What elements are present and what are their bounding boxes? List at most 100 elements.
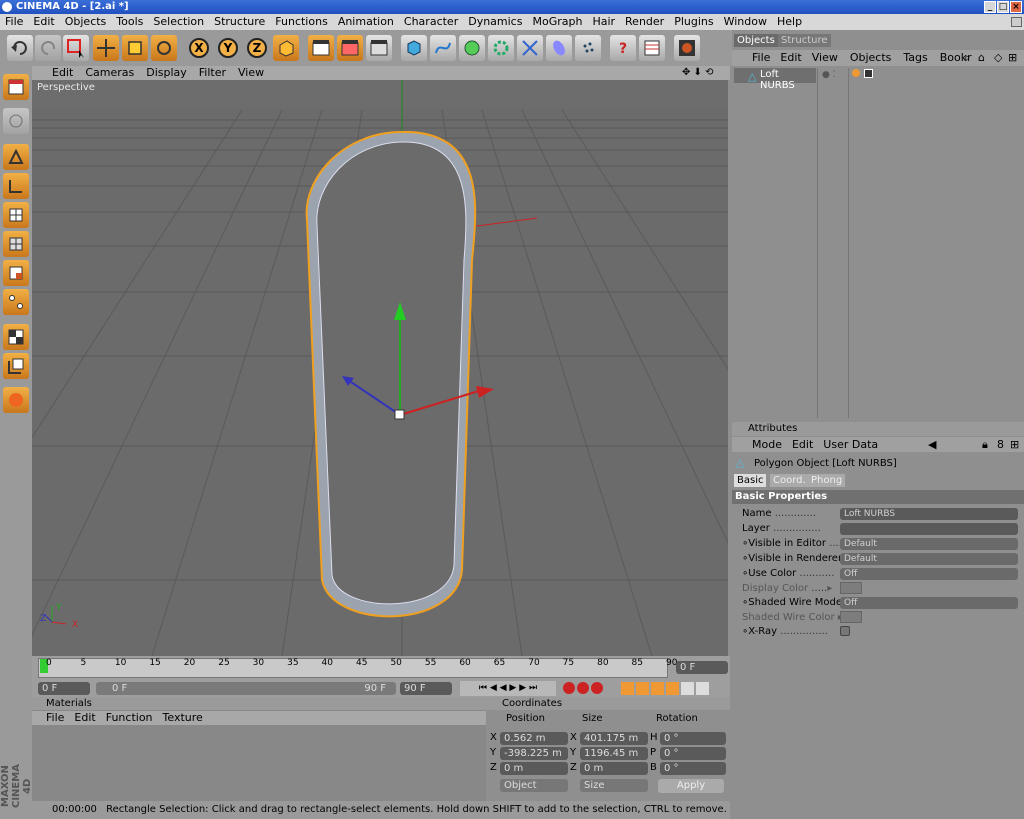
- rotation-h-field[interactable]: 0 °: [660, 732, 726, 745]
- menu-plugins[interactable]: Plugins: [669, 14, 718, 30]
- position-z-field[interactable]: 0 m: [500, 762, 568, 775]
- vp-menu-display[interactable]: Display: [140, 66, 193, 80]
- vp-menu-view[interactable]: View: [232, 66, 270, 80]
- mat-menu-function[interactable]: Function: [106, 711, 153, 724]
- use-color-select[interactable]: Off: [840, 568, 1018, 580]
- size-y-field[interactable]: 1196.45 m: [580, 747, 648, 760]
- coord-size-select[interactable]: Size: [580, 779, 648, 792]
- minimize-icon[interactable]: _: [984, 1, 996, 13]
- menu-tools[interactable]: Tools: [111, 14, 148, 30]
- scene-canvas[interactable]: Y X Z: [32, 80, 728, 656]
- menu-functions[interactable]: Functions: [270, 14, 333, 30]
- timeline[interactable]: 0 5 10 15 20 25 30 35 40 45 50 55 60 65 70 75 80 85 90 0 F: [32, 656, 730, 680]
- nurbs-icon[interactable]: [459, 35, 485, 61]
- scene-icon[interactable]: [546, 35, 572, 61]
- end-frame-field[interactable]: 90 F: [400, 682, 452, 695]
- menu-dynamics[interactable]: Dynamics: [463, 14, 527, 30]
- coord-mode-select[interactable]: Object: [500, 779, 568, 792]
- attr-menu-user-data[interactable]: User Data: [823, 438, 878, 451]
- list-item[interactable]: △ Loft NURBS: [734, 68, 816, 91]
- visibility-dots-icon[interactable]: ● ⁚: [822, 70, 836, 80]
- edit-render-settings-icon[interactable]: [366, 35, 392, 61]
- tab-structure[interactable]: Structure: [778, 34, 831, 47]
- layout-icon[interactable]: [674, 35, 700, 61]
- render-picture-viewer-icon[interactable]: [337, 35, 363, 61]
- paint-icon[interactable]: [3, 387, 29, 413]
- menu-hair[interactable]: Hair: [587, 14, 620, 30]
- menu-file[interactable]: File: [0, 14, 28, 30]
- current-frame-field[interactable]: 0 F: [676, 661, 728, 674]
- y-axis-icon[interactable]: Y: [215, 35, 241, 61]
- shaded-wire-mode-select[interactable]: Off: [840, 597, 1018, 609]
- menu-help[interactable]: Help: [772, 14, 807, 30]
- workplane-icon[interactable]: [3, 260, 29, 286]
- vp-menu-edit[interactable]: Edit: [46, 66, 79, 80]
- mat-menu-edit[interactable]: Edit: [74, 711, 95, 724]
- tab-coord[interactable]: Coord.: [770, 474, 809, 487]
- menu-edit[interactable]: Edit: [28, 14, 59, 30]
- uv-icon[interactable]: [3, 353, 29, 379]
- obj-menu-view[interactable]: View: [812, 51, 838, 64]
- visible-in-renderer-select[interactable]: Default: [840, 553, 1018, 565]
- position-x-field[interactable]: 0.562 m: [500, 732, 568, 745]
- timeline-icon[interactable]: [639, 35, 665, 61]
- obj-menu-tags[interactable]: Tags: [903, 51, 927, 64]
- display-color-swatch[interactable]: [840, 582, 862, 594]
- rectangle-selection-icon[interactable]: [63, 35, 89, 61]
- size-x-field[interactable]: 401.175 m: [580, 732, 648, 745]
- undo-icon[interactable]: [7, 35, 33, 61]
- shaded-wire-color-swatch[interactable]: [840, 611, 862, 623]
- spline-icon[interactable]: [430, 35, 456, 61]
- menu-character[interactable]: Character: [399, 14, 463, 30]
- vp-menu-filter[interactable]: Filter: [193, 66, 232, 80]
- back-arrow-icon[interactable]: ◀: [928, 437, 936, 452]
- edges-mode-icon[interactable]: [3, 173, 29, 199]
- rotate-icon[interactable]: [151, 35, 177, 61]
- mat-menu-file[interactable]: File: [46, 711, 64, 724]
- maximize-icon[interactable]: □: [997, 1, 1009, 13]
- z-axis-icon[interactable]: Z: [244, 35, 270, 61]
- mat-menu-texture[interactable]: Texture: [163, 711, 203, 724]
- attr-menu-edit[interactable]: Edit: [792, 438, 813, 451]
- array-icon[interactable]: [488, 35, 514, 61]
- viewport-perspective[interactable]: Y X Z Perspective: [32, 80, 728, 656]
- lock-icon[interactable]: 🔒︎: [982, 437, 988, 452]
- texture-tag-icon[interactable]: [864, 69, 873, 78]
- key-controls[interactable]: [620, 681, 724, 713]
- visible-in-editor-select[interactable]: Default: [840, 538, 1018, 550]
- use-object-axis-icon[interactable]: [3, 108, 29, 134]
- tab-objects[interactable]: Objects: [734, 34, 778, 47]
- points-mode-icon[interactable]: [3, 144, 29, 170]
- link-icon[interactable]: 8: [997, 437, 1004, 452]
- new-panel-icon[interactable]: ⊞: [1008, 50, 1017, 66]
- menu-render[interactable]: Render: [620, 14, 669, 30]
- rotation-p-field[interactable]: 0 °: [660, 747, 726, 760]
- phong-tag-icon[interactable]: [852, 69, 860, 77]
- light-icon[interactable]: [575, 35, 601, 61]
- home-icon[interactable]: ⌂: [978, 50, 985, 66]
- transport-controls[interactable]: ⏮ ◀ ◀ ▶ ▶ ⏭: [460, 681, 556, 696]
- help-icon[interactable]: ?: [610, 35, 636, 61]
- move-icon[interactable]: [93, 35, 119, 61]
- xray-checkbox[interactable]: [840, 626, 850, 636]
- size-z-field[interactable]: 0 m: [580, 762, 648, 775]
- use-model-icon[interactable]: [3, 74, 29, 100]
- texture-icon[interactable]: [3, 231, 29, 257]
- render-view-icon[interactable]: [308, 35, 334, 61]
- menu-mograph[interactable]: MoGraph: [527, 14, 587, 30]
- snap-icon[interactable]: [3, 289, 29, 315]
- coordinate-system-icon[interactable]: [273, 35, 299, 61]
- rotation-b-field[interactable]: 0 °: [660, 762, 726, 775]
- menu-objects[interactable]: Objects: [60, 14, 112, 30]
- scale-icon[interactable]: [122, 35, 148, 61]
- tab-phong[interactable]: Phong: [808, 474, 846, 487]
- menu-structure[interactable]: Structure: [209, 14, 270, 30]
- restore-icon[interactable]: [1011, 17, 1022, 27]
- attr-menu-mode[interactable]: Mode: [752, 438, 782, 451]
- menu-animation[interactable]: Animation: [333, 14, 399, 30]
- redo-icon[interactable]: [35, 35, 61, 61]
- soft-selection-icon[interactable]: [3, 324, 29, 350]
- layer-field[interactable]: [840, 523, 1018, 535]
- obj-menu-objects[interactable]: Objects: [850, 51, 892, 64]
- position-y-field[interactable]: -398.225 m: [500, 747, 568, 760]
